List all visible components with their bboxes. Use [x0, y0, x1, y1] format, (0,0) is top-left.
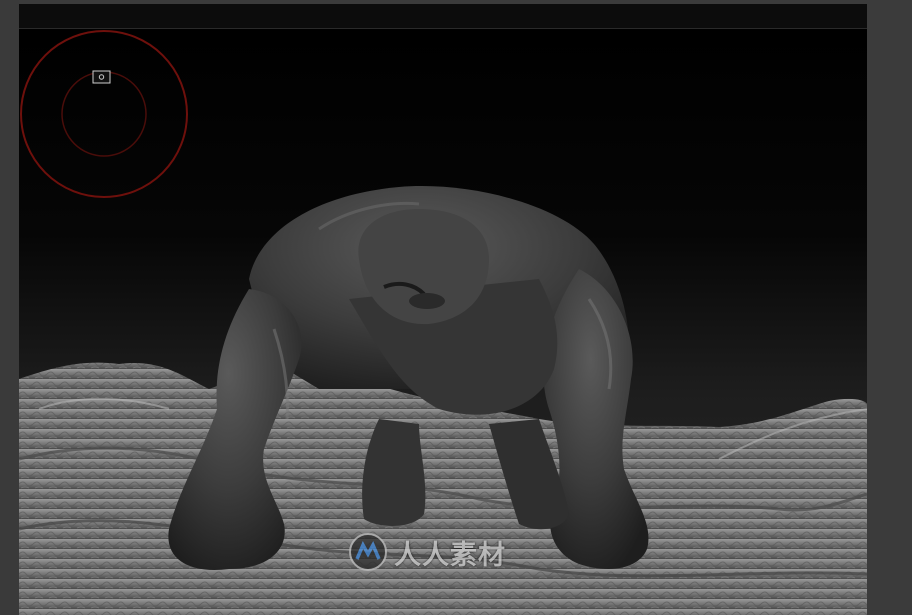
brush-inner-ring [61, 71, 147, 157]
document-top-bar [19, 4, 867, 29]
watermark: 人人素材 [348, 530, 506, 574]
right-panel-edge [867, 0, 912, 615]
brush-cursor [20, 30, 188, 198]
watermark-text: 人人素材 [394, 539, 506, 571]
rr-logo-icon [349, 533, 387, 571]
troll-sculpt-model [168, 186, 649, 570]
brush-center-icon [92, 70, 111, 84]
brush-outer-ring [20, 30, 188, 198]
left-panel-edge [0, 0, 19, 615]
sculpt-viewport-canvas[interactable] [19, 29, 867, 615]
